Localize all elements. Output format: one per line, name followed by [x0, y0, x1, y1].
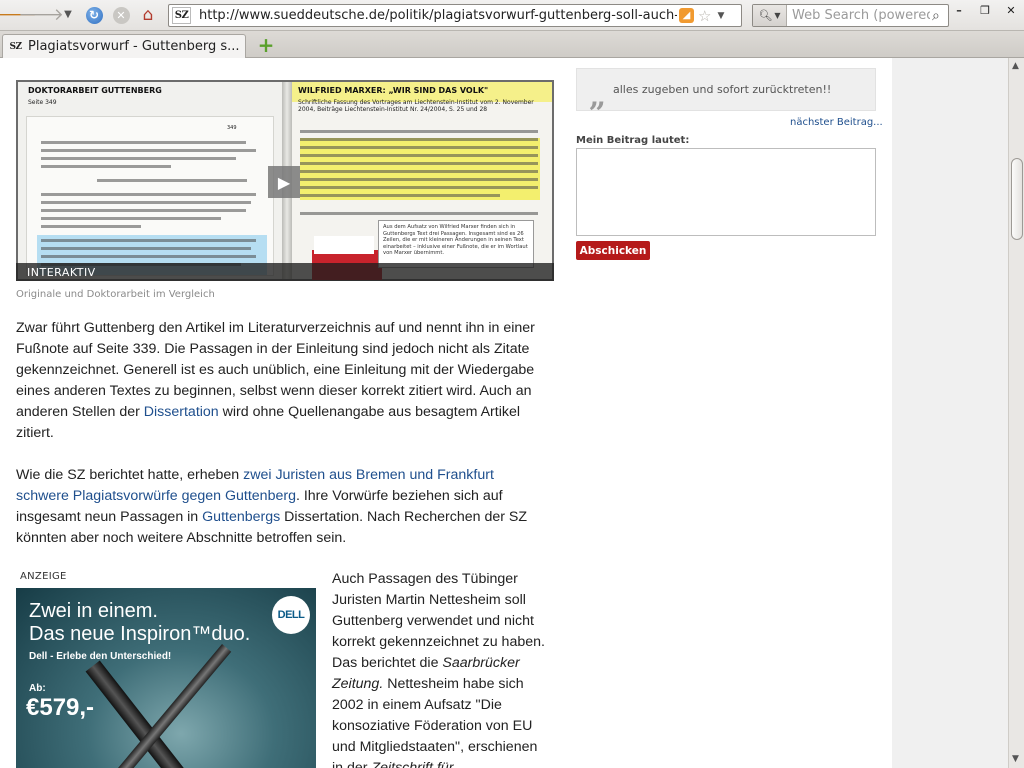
home-icon: ⌂ — [142, 4, 154, 25]
comment-text: alles zugeben und sofort zurücktreten!! — [613, 83, 832, 96]
ad-label: ANZEIGE — [20, 571, 67, 582]
scroll-thumb[interactable] — [1011, 158, 1023, 240]
bookmark-star-icon[interactable]: ☆ — [698, 7, 711, 25]
comment-textarea[interactable] — [576, 148, 876, 236]
figure-label: INTERAKTIV — [27, 266, 96, 279]
left-page-subheader: Seite 349 — [28, 99, 57, 106]
scroll-up-icon[interactable]: ▲ — [1012, 61, 1019, 71]
navigation-toolbar: 🡐 🡒 ▼ ↻ ✕ ⌂ SZ http://www.sueddeutsche.d… — [0, 0, 1024, 31]
tab-favicon: SZ — [9, 41, 22, 52]
dell-advertisement[interactable]: Zwei in einem. Das neue Inspiron™duo. Del… — [16, 588, 316, 768]
link-dissertation[interactable]: Dissertation — [144, 404, 219, 420]
ad-tagline: Dell - Erlebe den Unterschied! — [29, 651, 172, 662]
paragraph-text: Wie die SZ berichtet hatte, erheben — [16, 467, 244, 483]
quote-icon: „ — [589, 79, 607, 114]
stop-button[interactable]: ✕ — [110, 4, 132, 26]
scanned-page: 349 — [26, 116, 274, 276]
dell-logo: DELL — [272, 596, 310, 634]
url-input[interactable]: http://www.sueddeutsche.de/politik/plagi… — [199, 8, 677, 23]
next-comment-link[interactable]: nächster Beitrag... — [790, 117, 883, 128]
restore-icon[interactable]: ❐ — [978, 4, 992, 17]
tab-bar: SZ Plagiatsvorwurf - Guttenberg s... — [0, 31, 1024, 58]
tab-title: Plagiatsvorwurf - Guttenberg s... — [28, 39, 240, 54]
comment-form-label: Mein Beitrag lautet: — [576, 135, 690, 146]
article-paragraph-2: Wie die SZ berichtet hatte, erheben zwei… — [16, 465, 546, 549]
interactive-figure[interactable]: DOKTORARBEIT GUTTENBERG Seite 349 349 WI… — [16, 80, 554, 281]
ad-headline: Zwei in einem. Das neue Inspiron™duo. — [29, 600, 251, 645]
stop-icon: ✕ — [112, 6, 130, 24]
link-guttenberg[interactable]: Guttenbergs — [202, 509, 280, 525]
ad-price-prefix: Ab: — [29, 683, 46, 694]
url-dropdown-icon[interactable]: ▼ — [717, 11, 724, 21]
right-page-subheader: Schriftliche Fassung des Vortrages am Li… — [298, 99, 534, 113]
article-paragraph-3: Auch Passagen des Tübinger Juristen Mart… — [332, 569, 552, 768]
ad-price: €579,- — [26, 694, 95, 721]
map-legend — [314, 236, 374, 254]
new-tab-icon[interactable]: + — [256, 35, 276, 55]
search-input[interactable]: Web Search (powered — [792, 8, 930, 23]
right-page-header: WILFRIED MARXER: „WIR SIND DAS VOLK" — [298, 86, 489, 95]
figure-caption: Originale und Doktorarbeit im Vergleich — [16, 289, 215, 300]
tab-active[interactable]: SZ Plagiatsvorwurf - Guttenberg s... — [2, 34, 246, 58]
reload-icon: ↻ — [85, 6, 103, 24]
search-icon[interactable]: ⌕ — [932, 8, 940, 24]
window-controls: – ❐ ✕ — [952, 4, 1018, 17]
rss-icon[interactable]: ◢ — [679, 8, 694, 23]
play-icon[interactable]: ▶ — [268, 166, 300, 198]
search-bar[interactable]: 🔍︎ ▼ Web Search (powered ⌕ — [752, 4, 949, 27]
site-favicon: SZ — [172, 7, 191, 24]
reload-button[interactable]: ↻ — [83, 4, 105, 26]
scan-page-number: 349 — [227, 125, 237, 131]
publication-name: Zeitschrift für — [371, 760, 454, 768]
page-right-gutter — [892, 58, 1008, 768]
reader-comment-box: „ alles zugeben und sofort zurücktreten!… — [576, 68, 876, 114]
figure-tooltip: Aus dem Aufsatz von Wilfried Marxer find… — [378, 220, 534, 268]
scroll-down-icon[interactable]: ▼ — [1012, 754, 1019, 764]
figure-label-band — [16, 263, 554, 281]
minimize-icon[interactable]: – — [952, 4, 966, 17]
engine-dropdown-icon: ▼ — [774, 11, 781, 20]
vertical-scrollbar[interactable]: ▲ ▼ — [1008, 58, 1024, 768]
left-page-header: DOKTORARBEIT GUTTENBERG — [28, 86, 162, 95]
close-window-icon[interactable]: ✕ — [1004, 4, 1018, 17]
page-viewport: DOKTORARBEIT GUTTENBERG Seite 349 349 WI… — [0, 58, 1008, 768]
search-engine-selector[interactable]: 🔍︎ ▼ — [753, 5, 787, 26]
article-paragraph-1: Zwar führt Guttenberg den Artikel im Lit… — [16, 318, 546, 444]
home-button[interactable]: ⌂ — [137, 4, 159, 26]
forward-arrow-icon[interactable]: 🡒 — [18, 4, 64, 26]
submit-comment-button[interactable]: Abschicken — [576, 241, 650, 260]
magnifier-icon: 🔍︎ — [758, 9, 773, 22]
url-bar[interactable]: SZ http://www.sueddeutsche.de/politik/pl… — [168, 4, 742, 27]
history-dropdown-icon[interactable]: ▼ — [57, 4, 79, 26]
